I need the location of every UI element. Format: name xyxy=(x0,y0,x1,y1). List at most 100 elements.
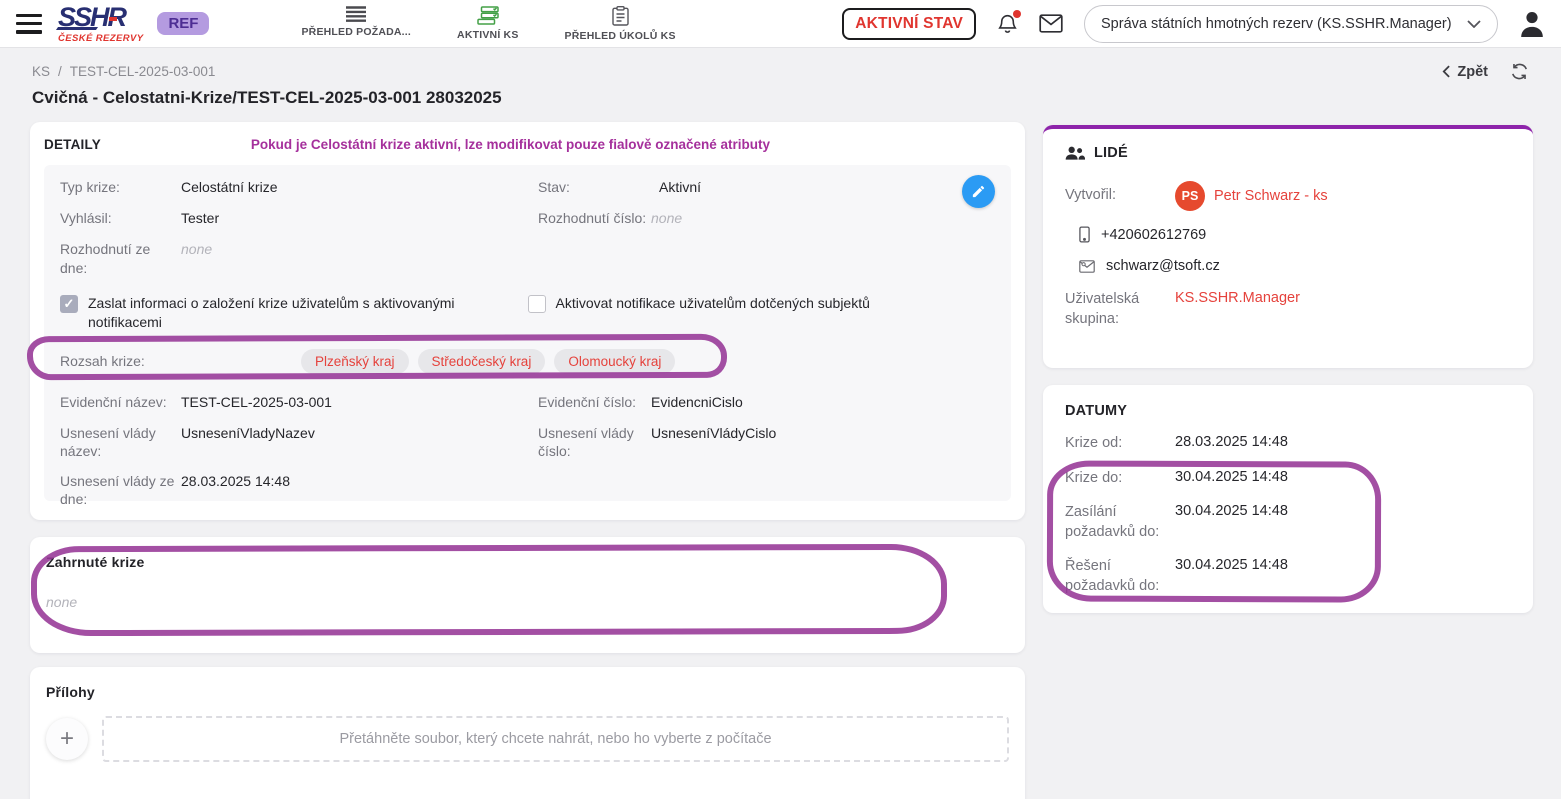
back-zone: Zpět xyxy=(1442,62,1529,81)
active-ks-list-icon xyxy=(477,6,499,25)
add-attachment-button[interactable]: + xyxy=(46,718,88,760)
refresh-icon[interactable] xyxy=(1510,62,1529,81)
pencil-icon xyxy=(971,184,986,199)
region-tag[interactable]: Olomoucký kraj xyxy=(554,349,675,374)
breadcrumb-current: TEST-CEL-2025-03-001 xyxy=(70,64,216,79)
region-tags: Plzeňský kraj Středočeský kraj Olomoucký… xyxy=(301,349,675,374)
sshr-logo[interactable]: SSHR ČESKÉ REZERVY xyxy=(58,4,143,44)
breadcrumb: KS / TEST-CEL-2025-03-001 xyxy=(32,64,215,79)
email-icon xyxy=(1079,260,1095,273)
field-label: Řešení požadavků do: xyxy=(1065,557,1175,596)
date-value-krize-do: 30.04.2025 14:48 xyxy=(1175,469,1288,489)
field-label: Usnesení vlády název: xyxy=(60,424,181,460)
details-card: DETAILY Pokud je Celostátní krize aktivn… xyxy=(30,122,1025,520)
date-value-reseni-do: 30.04.2025 14:48 xyxy=(1175,557,1288,596)
people-title: LIDÉ xyxy=(1094,145,1128,161)
date-value-zasilani-do: 30.04.2025 14:48 xyxy=(1175,503,1288,542)
nav-label: AKTIVNÍ KS xyxy=(457,29,519,41)
field-value-usneseni-cislo: UsneseníVládyCislo xyxy=(651,424,776,460)
file-dropzone[interactable]: Přetáhněte soubor, který chcete nahrát, … xyxy=(102,716,1009,762)
people-icon xyxy=(1065,146,1085,160)
nav-label: PŘEHLED POŽADA... xyxy=(301,26,411,38)
field-label: Vytvořil: xyxy=(1065,186,1175,206)
field-label: Vyhlásil: xyxy=(60,209,181,227)
clipboard-tasks-icon xyxy=(612,6,629,26)
field-label: Typ krize: xyxy=(60,178,181,196)
list-lines-icon xyxy=(345,6,367,22)
rozsah-krize-row: Rozsah krize: Plzeňský kraj Středočeský … xyxy=(60,347,995,377)
ref-environment-badge: REF xyxy=(157,12,209,35)
nav-item-prehled-ukolu-ks[interactable]: PŘEHLED ÚKOLŮ KS xyxy=(565,6,676,42)
page-title: Cvičná - Celostatni-Krize/TEST-CEL-2025-… xyxy=(32,88,502,108)
nav-item-prehled-pozadavku[interactable]: PŘEHLED POŽADA... xyxy=(301,6,411,38)
avatar: PS xyxy=(1175,181,1205,211)
checkbox-label: Zaslat informaci o založení krize uživat… xyxy=(88,294,488,332)
field-value-rozhodnuti-cislo: none xyxy=(651,209,682,227)
back-label: Zpět xyxy=(1457,64,1488,80)
chevron-down-icon xyxy=(1467,20,1481,28)
notifications-bell-icon[interactable] xyxy=(997,12,1018,36)
created-by-link[interactable]: Petr Schwarz - ks xyxy=(1214,188,1328,204)
field-label: Rozsah krize: xyxy=(60,352,301,370)
top-bar: SSHR ČESKÉ REZERVY REF PŘEHLED POŽADA...… xyxy=(0,0,1561,48)
user-profile-icon[interactable] xyxy=(1519,10,1545,37)
field-value-usneseni-nazev: UsneseníVladyNazev xyxy=(181,424,315,460)
phone-icon xyxy=(1079,226,1090,243)
nav-item-aktivni-ks[interactable]: AKTIVNÍ KS xyxy=(457,6,519,41)
field-value-typ-krize: Celostátní krize xyxy=(181,178,277,196)
included-crises-title: Zahrnuté krize xyxy=(46,554,1009,570)
breadcrumb-separator: / xyxy=(58,64,62,79)
date-value-krize-od: 28.03.2025 14:48 xyxy=(1175,434,1288,454)
dates-title: DATUMY xyxy=(1065,403,1511,419)
main-nav: PŘEHLED POŽADA... AKTIVNÍ KS xyxy=(301,6,675,42)
field-value-rozhodnuti-ze-dne: none xyxy=(181,240,212,276)
hamburger-menu-icon[interactable] xyxy=(16,14,42,34)
field-value-vyhlasil: Tester xyxy=(181,209,219,227)
field-label: Evidenční číslo: xyxy=(538,393,651,411)
field-label: Usnesení vlády ze dne: xyxy=(60,472,181,508)
back-button[interactable]: Zpět xyxy=(1442,64,1488,80)
checkbox-notify-subjects[interactable]: Aktivovat notifikace uživatelům dotčenýc… xyxy=(528,294,996,332)
dates-card: DATUMY Krize od: 28.03.2025 14:48 Krize … xyxy=(1043,385,1533,613)
included-crises-empty: none xyxy=(46,594,1009,610)
details-purple-notice: Pokud je Celostátní krize aktivní, lze m… xyxy=(251,137,770,152)
field-label: Krize od: xyxy=(1065,434,1175,454)
breadcrumb-root[interactable]: KS xyxy=(32,64,50,79)
attachments-title: Přílohy xyxy=(46,684,1009,700)
field-label: Stav: xyxy=(538,178,659,196)
field-value-usneseni-ze-dne: 28.03.2025 14:48 xyxy=(181,472,290,508)
topbar-right-group: AKTIVNÍ STAV Správa státních hmotných re… xyxy=(842,5,1545,43)
nav-label: PŘEHLED ÚKOLŮ KS xyxy=(565,30,676,42)
checkbox-notify-users[interactable]: ✓ Zaslat informaci o založení krize uživ… xyxy=(60,294,528,332)
app-window: SSHR ČESKÉ REZERVY REF PŘEHLED POŽADA...… xyxy=(0,0,1561,799)
field-label: Krize do: xyxy=(1065,469,1175,489)
field-label: Evidenční název: xyxy=(60,393,181,411)
phone-value[interactable]: +420602612769 xyxy=(1101,227,1206,243)
checkbox-unchecked-icon[interactable] xyxy=(528,295,546,313)
field-value-evidencni-nazev: TEST-CEL-2025-03-001 xyxy=(181,393,332,411)
region-tag[interactable]: Plzeňský kraj xyxy=(301,349,409,374)
messages-envelope-icon[interactable] xyxy=(1039,14,1063,33)
details-panel: Typ krize: Celostátní krize Stav: Aktivn… xyxy=(44,165,1011,501)
role-select[interactable]: Správa státních hmotných rezerv (KS.SSHR… xyxy=(1084,5,1498,43)
email-value[interactable]: schwarz@tsoft.cz xyxy=(1106,258,1220,274)
checkbox-checked-icon[interactable]: ✓ xyxy=(60,295,78,313)
field-label: Usnesení vlády číslo: xyxy=(538,424,651,460)
field-label: Uživatelská skupina: xyxy=(1065,290,1175,329)
field-value-stav: Aktivní xyxy=(659,178,701,196)
field-label: Rozhodnutí ze dne: xyxy=(60,240,181,276)
role-select-value: Správa státních hmotných rezerv (KS.SSHR… xyxy=(1101,16,1452,32)
included-crises-card: Zahrnuté krize none xyxy=(30,537,1025,653)
logo-text: SSHR xyxy=(58,4,131,31)
field-label: Zasílání požadavků do: xyxy=(1065,503,1175,542)
active-state-button[interactable]: AKTIVNÍ STAV xyxy=(842,8,976,40)
user-group-link[interactable]: KS.SSHR.Manager xyxy=(1175,290,1300,329)
field-label: Rozhodnutí číslo: xyxy=(538,209,651,227)
checkbox-label: Aktivovat notifikace uživatelům dotčenýc… xyxy=(556,294,870,313)
field-value-evidencni-cislo: EvidencniCislo xyxy=(651,393,743,411)
region-tag[interactable]: Středočeský kraj xyxy=(418,349,546,374)
edit-button[interactable] xyxy=(962,175,995,208)
notification-badge xyxy=(1013,10,1021,18)
logo-subtitle: ČESKÉ REZERVY xyxy=(58,34,143,44)
chevron-left-icon xyxy=(1442,65,1450,78)
